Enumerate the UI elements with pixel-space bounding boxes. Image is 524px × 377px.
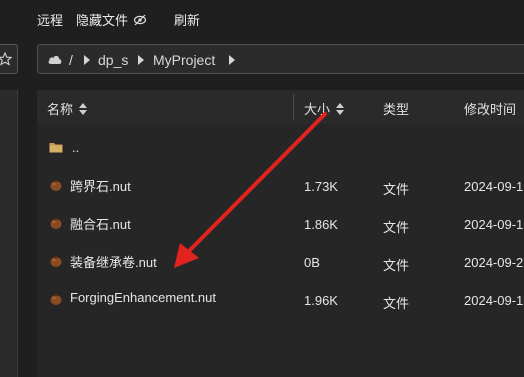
file-name: 装备继承卷.nut: [70, 255, 157, 270]
column-name[interactable]: 名称: [47, 99, 88, 118]
file-manager-window: 远程 隐藏文件 刷新 / dp_s MyProject 名称 大小 类型 修改时…: [0, 0, 524, 377]
file-type: 文件: [383, 220, 410, 235]
table-row[interactable]: 融合石.nut 1.86K 文件 2024-09-1: [37, 206, 524, 244]
file-name: 融合石.nut: [70, 217, 131, 232]
nut-file-icon: [50, 294, 62, 305]
breadcrumb-separator-icon: [84, 55, 90, 65]
file-type: 文件: [383, 296, 410, 311]
column-size[interactable]: 大小: [304, 99, 345, 118]
address-bar[interactable]: / dp_s MyProject: [37, 44, 524, 74]
file-size: 1.96K: [304, 293, 338, 308]
breadcrumb-dp-s[interactable]: dp_s: [98, 52, 128, 68]
file-size: 0B: [304, 255, 320, 270]
table-row[interactable]: 装备继承卷.nut 0B 文件 2024-09-2: [37, 244, 524, 282]
file-type: 文件: [383, 182, 410, 197]
breadcrumb-separator-icon: [138, 55, 144, 65]
breadcrumb-root[interactable]: /: [69, 52, 73, 68]
file-name: 跨界石.nut: [70, 179, 131, 194]
list-item-parent-folder[interactable]: ..: [37, 130, 524, 168]
breadcrumb-expand-icon[interactable]: [229, 55, 235, 65]
left-pane: [0, 90, 18, 377]
eye-off-icon: [133, 14, 147, 25]
column-size-label: 大小: [304, 102, 331, 117]
cloud-icon[interactable]: [47, 53, 63, 65]
column-name-label: 名称: [47, 102, 74, 117]
file-modified: 2024-09-1: [464, 293, 524, 308]
file-list-panel: 名称 大小 类型 修改时间 .. 跨界石.nut 1.73K 文件 2024-0…: [37, 90, 524, 377]
menu-remote[interactable]: 远程: [37, 10, 63, 29]
menu-refresh[interactable]: 刷新: [174, 10, 200, 29]
sort-icon[interactable]: [335, 102, 345, 116]
left-pane-addressbar[interactable]: [0, 44, 18, 74]
file-modified: 2024-09-1: [464, 179, 524, 194]
file-name: ..: [72, 140, 80, 155]
column-divider[interactable]: [293, 94, 294, 120]
folder-icon: [49, 143, 63, 153]
nut-file-icon: [50, 180, 62, 191]
file-modified: 2024-09-1: [464, 217, 524, 232]
file-name: ForgingEnhancement.nut: [70, 290, 216, 305]
star-icon[interactable]: [0, 52, 12, 66]
menu-hidden-files[interactable]: 隐藏文件: [76, 10, 147, 29]
file-size: 1.73K: [304, 179, 338, 194]
sort-icon[interactable]: [78, 102, 88, 116]
column-type[interactable]: 类型: [383, 99, 409, 118]
column-modified[interactable]: 修改时间: [464, 99, 516, 118]
file-modified: 2024-09-2: [464, 255, 524, 270]
table-row[interactable]: 跨界石.nut 1.73K 文件 2024-09-1: [37, 168, 524, 206]
table-header: 名称 大小 类型 修改时间: [37, 90, 524, 124]
file-type: 文件: [383, 258, 410, 273]
menu-bar: 远程 隐藏文件 刷新: [0, 0, 524, 36]
nut-file-icon: [50, 218, 62, 229]
file-size: 1.86K: [304, 217, 338, 232]
table-row[interactable]: ForgingEnhancement.nut 1.96K 文件 2024-09-…: [37, 282, 524, 320]
nut-file-icon: [50, 256, 62, 267]
breadcrumb-myproject[interactable]: MyProject: [153, 52, 215, 68]
menu-hidden-files-label: 隐藏文件: [76, 13, 129, 28]
